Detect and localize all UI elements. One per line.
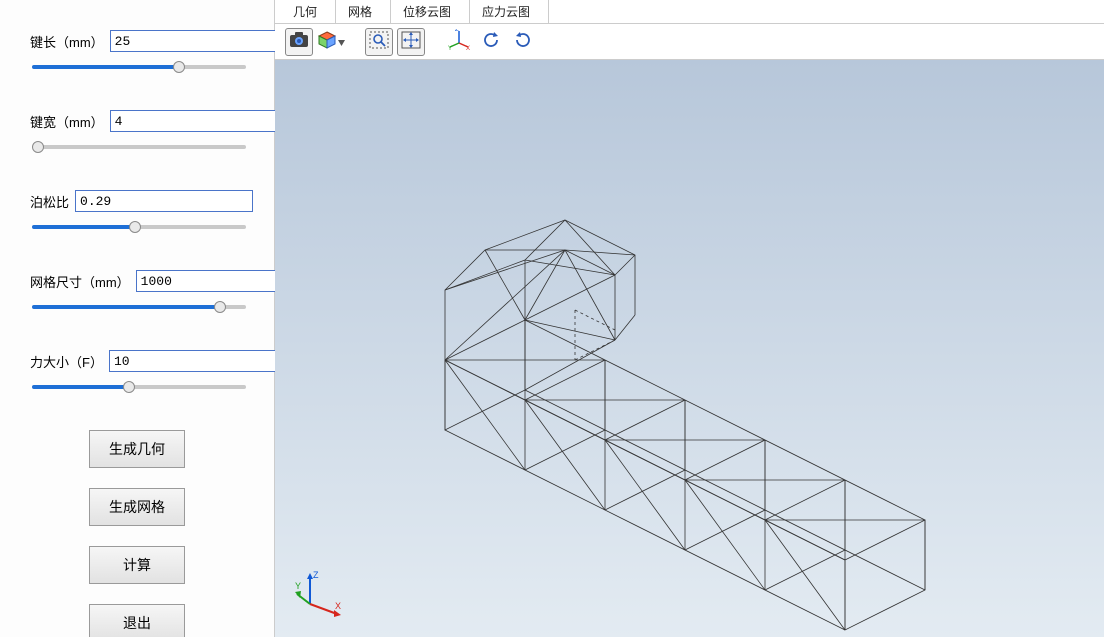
slider-mesh-size[interactable]: [32, 298, 246, 316]
compute-button[interactable]: 计算: [89, 546, 185, 584]
label-force: 力大小（F）: [30, 352, 103, 371]
zoom-area-icon: [369, 31, 389, 52]
param-force: 力大小（F）: [30, 350, 244, 398]
svg-text:Y: Y: [448, 46, 452, 51]
axis-triad-icon: Z X Y: [295, 569, 345, 622]
label-poisson: 泊松比: [30, 192, 69, 211]
rotate-ccw-icon: [481, 30, 501, 53]
rotate-cw-icon: [513, 30, 533, 53]
tab-mesh[interactable]: 网格: [336, 0, 391, 23]
view-cube-button[interactable]: [317, 28, 345, 56]
generate-mesh-button[interactable]: 生成网格: [89, 488, 185, 526]
param-poisson: 泊松比: [30, 190, 244, 238]
svg-text:Z: Z: [455, 29, 459, 33]
axis-y-label: Y: [295, 581, 301, 591]
screenshot-button[interactable]: [285, 28, 313, 56]
generate-geometry-button[interactable]: 生成几何: [89, 430, 185, 468]
param-key-length: 键长（mm）: [30, 30, 244, 78]
axis-x-label: X: [335, 601, 341, 611]
exit-button[interactable]: 退出: [89, 604, 185, 637]
slider-key-width[interactable]: [32, 138, 246, 156]
input-key-length[interactable]: [110, 30, 288, 52]
result-tab-bar: 几何 网格 位移云图 应力云图: [275, 0, 1104, 24]
label-key-width: 键宽（mm）: [30, 112, 104, 131]
tab-displacement-contour[interactable]: 位移云图: [391, 0, 470, 23]
rotate-cw-button[interactable]: [509, 28, 537, 56]
rotate-ccw-button[interactable]: [477, 28, 505, 56]
input-key-width[interactable]: [110, 110, 288, 132]
camera-icon: [289, 32, 309, 51]
viewer-toolbar: Z X Y: [275, 24, 1104, 60]
fit-view-button[interactable]: [397, 28, 425, 56]
input-force[interactable]: [109, 350, 287, 372]
svg-text:X: X: [466, 46, 470, 51]
slider-key-length[interactable]: [32, 58, 246, 76]
slider-force[interactable]: [32, 378, 246, 396]
tab-geometry[interactable]: 几何: [281, 0, 336, 23]
fit-view-icon: [401, 31, 421, 52]
axes-icon: Z X Y: [448, 29, 470, 54]
cube-iso-icon: [317, 30, 337, 53]
label-key-length: 键长（mm）: [30, 32, 104, 51]
main-pane: 几何 网格 位移云图 应力云图: [275, 0, 1104, 637]
tab-stress-contour[interactable]: 应力云图: [470, 0, 549, 23]
slider-poisson[interactable]: [32, 218, 246, 236]
zoom-area-button[interactable]: [365, 28, 393, 56]
parameter-sidebar: 键长（mm） 键宽（mm） 泊松比 网格尺寸（mm）: [0, 0, 275, 637]
label-mesh-size: 网格尺寸（mm）: [30, 272, 130, 291]
axis-z-label: Z: [313, 570, 319, 580]
wireframe-mesh: [275, 60, 1104, 637]
3d-viewport[interactable]: Z X Y: [275, 60, 1104, 637]
input-poisson[interactable]: [75, 190, 253, 212]
param-key-width: 键宽（mm）: [30, 110, 244, 158]
action-button-stack: 生成几何 生成网格 计算 退出: [30, 430, 244, 637]
axes-toggle-button[interactable]: Z X Y: [445, 28, 473, 56]
chevron-down-icon: [338, 34, 345, 49]
param-mesh-size: 网格尺寸（mm）: [30, 270, 244, 318]
